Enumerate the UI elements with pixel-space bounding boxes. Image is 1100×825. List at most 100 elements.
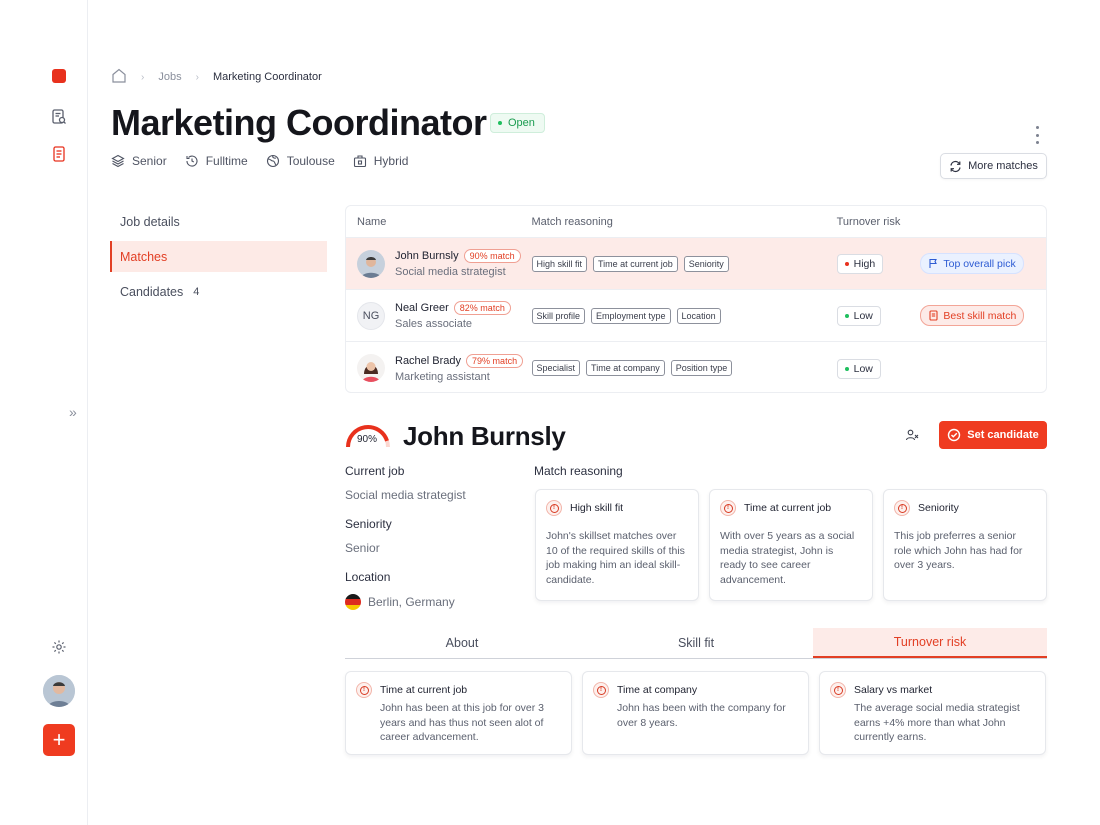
meta-seniority-label: Senior [132, 154, 167, 168]
candidate-name[interactable]: Rachel Brady [395, 355, 461, 367]
turnover-body: John has been at this job for over 3 yea… [380, 702, 545, 743]
reason-chip: Position type [670, 360, 733, 376]
location-label: Location [345, 570, 391, 584]
reason-chip: Location [676, 307, 721, 324]
job-search-icon[interactable] [48, 106, 70, 128]
match-badge: 90% match [463, 249, 521, 263]
nav-matches-label: Matches [120, 249, 168, 264]
cell-name: NG Neal Greer 82% match Sales associate [346, 301, 532, 330]
chevron-right-icon: › [195, 71, 199, 83]
meta-location: Toulouse [266, 154, 335, 168]
match-reasoning-heading: Match reasoning [534, 464, 623, 478]
remove-user-icon[interactable] [902, 425, 922, 445]
risk-label: Low [853, 310, 873, 322]
gear-icon[interactable] [48, 636, 70, 658]
nav-candidates[interactable]: Candidates 4 [110, 276, 327, 307]
match-badge: 79% match [466, 353, 524, 368]
reason-chip: Specialist [531, 360, 581, 376]
home-icon[interactable] [111, 68, 127, 86]
page-title: Marketing Coordinator [111, 102, 487, 143]
set-candidate-button[interactable]: Set candidate [939, 421, 1047, 449]
candidate-role: Sales associate [395, 318, 473, 330]
meta-mode-label: Hybrid [373, 154, 409, 168]
turnover-body: John has been with the company for over … [617, 702, 786, 729]
header-risk: Turnover risk [836, 215, 901, 228]
cell-risk: Low [836, 358, 921, 379]
alert-icon: ! [546, 500, 562, 516]
reason-chip: Skill profile [531, 307, 586, 324]
avatar-initials: NG [357, 301, 385, 330]
candidate-role: Marketing assistant [395, 370, 490, 383]
reason-chip: Employment type [591, 307, 671, 324]
candidates-count: 4 [193, 285, 200, 298]
flag-icon [929, 258, 938, 268]
nav-matches[interactable]: Matches [110, 241, 327, 272]
cell-name: Rachel Brady 79% match Marketing assistan… [346, 353, 532, 383]
tab-about[interactable]: About [345, 628, 579, 658]
app-logo[interactable] [52, 69, 66, 83]
reason-body: John's skillset matches over 10 of the r… [546, 530, 685, 586]
reason-body: With over 5 years as a social media stra… [720, 530, 855, 586]
avatar [357, 354, 385, 382]
status-label: Open [508, 117, 535, 129]
reason-chip: Time at company [586, 360, 665, 376]
risk-badge: High [836, 254, 884, 274]
avatar [357, 249, 385, 278]
meta-type: Fulltime [185, 154, 248, 168]
cell-name: John Burnsly 90% match Social media strat… [346, 249, 532, 278]
seniority-value: Senior [345, 541, 380, 555]
header-name: Name [357, 215, 387, 228]
match-score-value: 90% [357, 434, 378, 445]
meta-seniority: Senior [111, 154, 167, 168]
reason-title: Time at current job [744, 502, 832, 514]
tag-label: Top overall pick [943, 257, 1016, 270]
alert-icon: ! [720, 500, 736, 516]
reason-card: ! Time at current job With over 5 years a… [709, 489, 873, 601]
document-icon[interactable] [48, 143, 70, 165]
user-avatar[interactable] [43, 675, 75, 707]
alert-icon: ! [593, 682, 609, 698]
location-value: Berlin, Germany [345, 594, 525, 610]
cell-risk: Low [836, 305, 921, 326]
matches-table: Name Match reasoning Turnover risk John … [345, 205, 1047, 393]
more-matches-button[interactable]: More matches [940, 153, 1047, 179]
germany-flag-icon [345, 594, 361, 610]
more-options-icon[interactable] [1030, 126, 1044, 144]
set-candidate-label: Set candidate [967, 429, 1039, 441]
breadcrumb-jobs[interactable]: Jobs [158, 71, 181, 83]
reason-card: ! Seniority This job preferres a senior r… [883, 489, 1047, 601]
expand-rail-icon[interactable]: » [69, 404, 77, 420]
candidate-name[interactable]: Neal Greer [395, 302, 449, 314]
chevron-right-icon: › [141, 71, 145, 83]
table-row[interactable]: John Burnsly 90% match Social media strat… [346, 238, 1046, 290]
risk-badge: Low [836, 306, 881, 326]
candidate-facts: Current job Social media strategist Seni… [345, 464, 525, 625]
table-row[interactable]: Rachel Brady 79% match Marketing assistan… [346, 342, 1046, 392]
reason-chip: Time at current job [593, 255, 678, 272]
risk-dot [844, 262, 849, 266]
top-pick-badge: Top overall pick [920, 253, 1024, 274]
job-side-nav: Job details Matches Candidates 4 [110, 206, 327, 311]
meta-mode: Hybrid [353, 154, 409, 168]
reason-body: This job preferres a senior role which J… [894, 530, 1023, 571]
breadcrumb: › Jobs › Marketing Coordinator [111, 68, 322, 86]
left-rail: » + [0, 0, 88, 825]
risk-label: Low [853, 362, 873, 375]
refresh-icon [950, 160, 961, 172]
table-row[interactable]: NG Neal Greer 82% match Sales associate S… [346, 290, 1046, 342]
status-badge: Open [490, 113, 545, 133]
header-reasoning: Match reasoning [531, 215, 613, 228]
tab-turnover-risk[interactable]: Turnover risk [813, 628, 1047, 658]
turnover-card: ! Salary vs market The average social med… [819, 671, 1046, 755]
nav-job-details[interactable]: Job details [110, 206, 327, 237]
location-text: Berlin, Germany [368, 595, 455, 609]
candidate-name[interactable]: John Burnsly [395, 250, 459, 262]
current-job-value: Social media strategist [345, 488, 466, 502]
meta-location-label: Toulouse [286, 154, 335, 168]
best-skill-badge: Best skill match [920, 305, 1025, 326]
tab-skill-fit[interactable]: Skill fit [579, 628, 813, 658]
table-header: Name Match reasoning Turnover risk [346, 206, 1046, 238]
more-matches-label: More matches [968, 160, 1038, 172]
add-button[interactable]: + [43, 724, 75, 756]
refresh-clock-icon [186, 155, 198, 167]
